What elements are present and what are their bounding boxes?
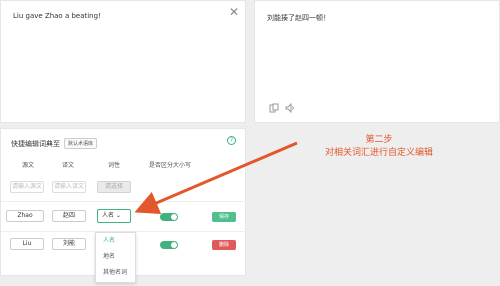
delete-button[interactable]: 删除 <box>212 240 236 250</box>
new-source-input[interactable]: 请输入源文 <box>10 181 44 193</box>
step-annotation: 第二步 对相关词汇进行自定义编辑 <box>305 134 453 160</box>
row2-source-input[interactable]: Liu <box>10 238 44 250</box>
dropdown-option-place[interactable]: 地名 <box>96 249 135 265</box>
source-text[interactable]: Liu gave Zhao a beating! <box>13 12 101 20</box>
row1-pos-select[interactable]: 人名 ⌄ <box>97 209 131 223</box>
row1-source-input[interactable]: Zhao <box>6 210 44 222</box>
annotation-step: 第二步 <box>365 135 393 145</box>
column-header-target: 译文 <box>61 162 74 169</box>
speaker-icon[interactable] <box>285 102 295 115</box>
row1-target-input[interactable]: 赵四 <box>52 210 86 222</box>
column-header-case: 是否区分大小写 <box>148 162 191 169</box>
column-header-source: 源文 <box>21 162 34 169</box>
save-button[interactable]: 保存 <box>212 212 236 222</box>
row2-case-toggle[interactable] <box>160 241 178 249</box>
dropdown-option-other[interactable]: 其他名词 <box>96 265 135 281</box>
dropdown-option-person[interactable]: 人名 <box>96 233 135 249</box>
row2-target-input[interactable]: 刘能 <box>52 238 86 250</box>
new-pos-select[interactable]: 请选择 <box>97 181 131 193</box>
source-text-panel[interactable]: Liu gave Zhao a beating! ✕ <box>0 0 246 123</box>
new-target-input[interactable]: 请输入译文 <box>52 181 86 193</box>
row1-case-toggle[interactable] <box>160 213 178 221</box>
annotation-description: 对相关词汇进行自定义编辑 <box>324 148 433 158</box>
library-selector[interactable]: 默认术语库 <box>64 138 98 149</box>
help-icon[interactable]: ? <box>227 136 236 145</box>
dictionary-title: 快捷编辑词典至 <box>11 139 60 148</box>
translation-panel: 刘能揍了赵四一顿！ <box>254 0 500 123</box>
row-divider <box>1 201 247 202</box>
pos-dropdown-menu: 人名 地名 其他名词 <box>95 232 136 283</box>
translation-text: 刘能揍了赵四一顿！ <box>267 14 330 22</box>
copy-icon[interactable] <box>269 103 279 115</box>
column-header-pos: 词性 <box>107 162 120 169</box>
close-icon[interactable]: ✕ <box>229 6 239 18</box>
